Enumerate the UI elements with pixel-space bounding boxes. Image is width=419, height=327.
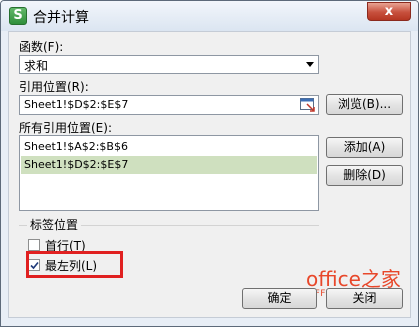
reference-input[interactable]: Sheet1!$D$2:$E$7	[19, 95, 319, 115]
all-references-label: 所有引用位置(E):	[19, 121, 112, 135]
reference-label: 引用位置(R):	[19, 80, 89, 94]
close-button[interactable]: 关闭	[326, 288, 403, 309]
close-window-button[interactable]: x	[367, 2, 411, 21]
app-icon: S	[9, 7, 27, 25]
highlight-annotation	[26, 251, 123, 278]
dialog-title: 合并计算	[33, 10, 89, 26]
title-bar[interactable]: S 合并计算 x	[1, 1, 418, 31]
dialog-body: 函数(F): 求和 引用位置(R): Sheet1!$D$2:$E$7 浏览(B…	[8, 31, 411, 318]
add-button[interactable]: 添加(A)	[326, 137, 403, 158]
browse-button[interactable]: 浏览(B)...	[326, 94, 403, 115]
list-item[interactable]: Sheet1!$A$2:$B$6	[21, 138, 317, 156]
label-position-title: 标签位置	[27, 216, 82, 233]
list-item-selected[interactable]: Sheet1!$D$2:$E$7	[21, 156, 317, 174]
delete-button[interactable]: 删除(D)	[326, 165, 403, 186]
consolidate-dialog: S 合并计算 x 函数(F): 求和 引用位置(R): Sheet1!$D$2:…	[0, 0, 419, 327]
ok-button[interactable]: 确定	[242, 288, 317, 309]
all-references-list[interactable]: Sheet1!$A$2:$B$6 Sheet1!$D$2:$E$7	[19, 135, 319, 211]
function-label: 函数(F):	[19, 40, 64, 54]
function-value: 求和	[24, 59, 49, 73]
chevron-down-icon[interactable]	[302, 56, 318, 73]
first-row-checkbox[interactable]	[28, 239, 40, 251]
function-dropdown[interactable]: 求和	[19, 55, 319, 74]
collapse-dialog-icon[interactable]	[300, 98, 316, 112]
reference-value: Sheet1!$D$2:$E$7	[24, 98, 129, 111]
